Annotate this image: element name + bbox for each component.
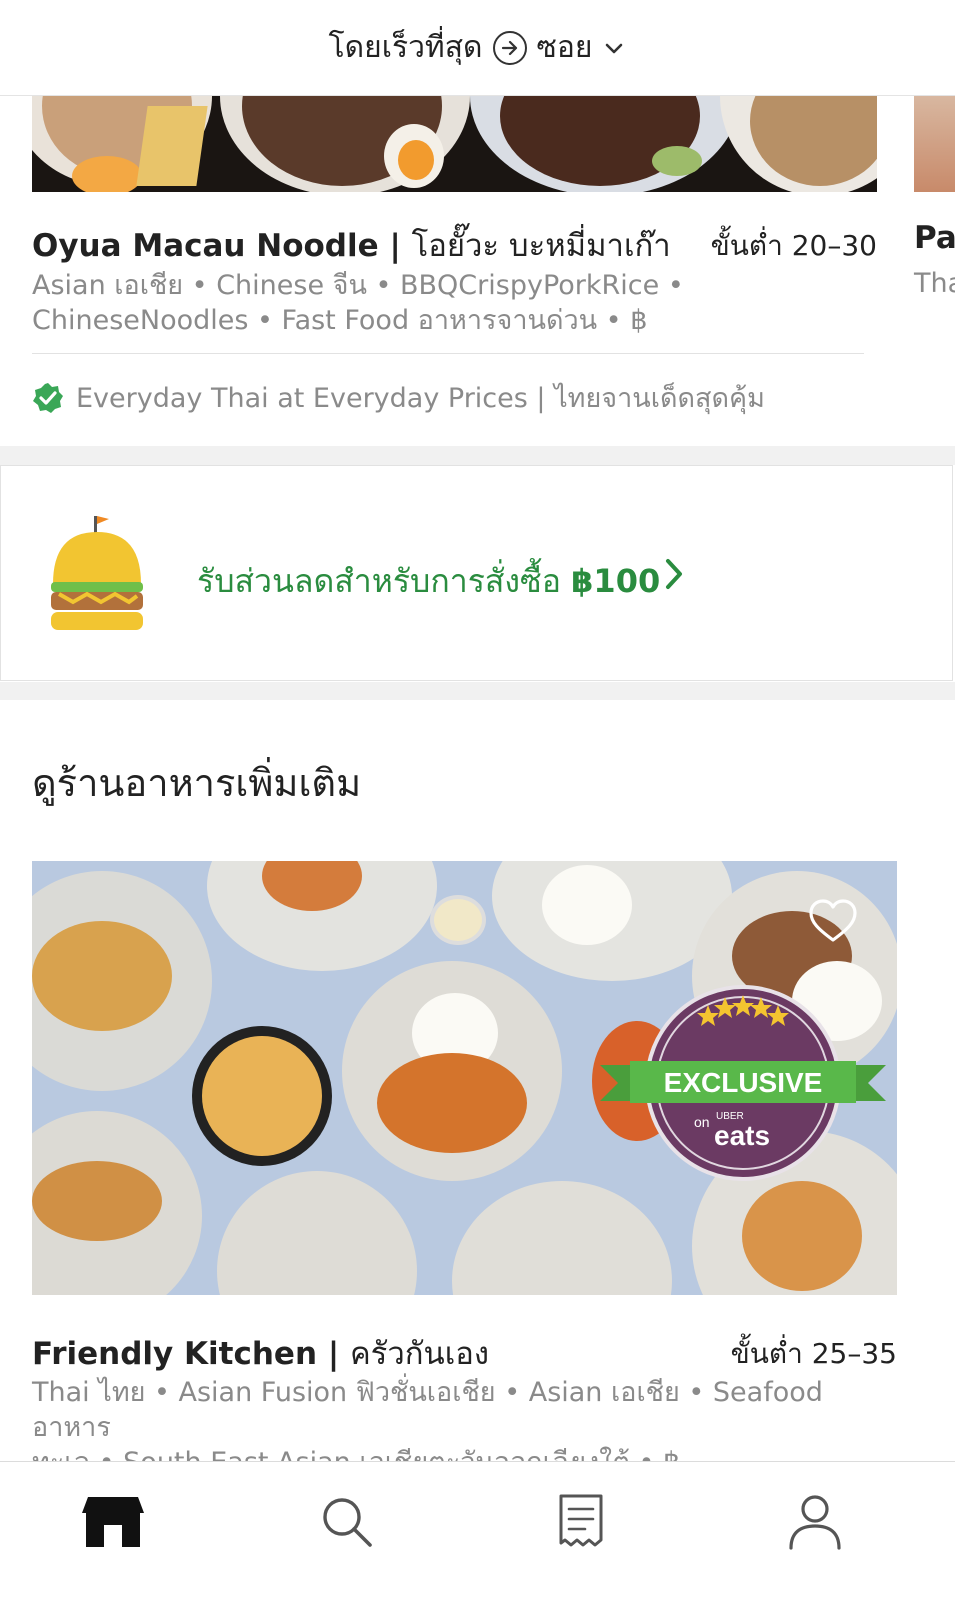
badge-sub: eats (714, 1120, 770, 1151)
featured-carousel[interactable]: Oyua Macau Noodle | โอยั๊วะ บะหมี่มาเก๊า… (0, 96, 955, 446)
featured-restaurant-name[interactable]: Oyua Macau Noodle | โอยั๊วะ บะหมี่มาเก๊า (32, 220, 671, 270)
burger-icon (51, 516, 143, 630)
restaurant-name[interactable]: Friendly Kitchen | ครัวกันเอง (32, 1328, 489, 1378)
promo-text: Everyday Thai at Everyday Prices | ไทยจา… (76, 383, 765, 414)
delivery-location-selector[interactable]: โดยเร็วที่สุด ซอย (329, 24, 627, 71)
orders-icon (559, 1494, 603, 1547)
chevron-right-icon (666, 559, 682, 589)
featured-restaurant-image[interactable] (32, 96, 877, 192)
verified-check-icon (33, 382, 63, 413)
home-icon (82, 1497, 144, 1547)
sort-label: โดยเร็วที่สุด (328, 30, 483, 65)
next-restaurant-name[interactable]: Pa (914, 220, 955, 256)
next-restaurant-image[interactable] (914, 96, 955, 192)
badge-title: EXCLUSIVE (664, 1067, 823, 1098)
restaurant-delivery-time: ขั้นต่ำ 25–35 (730, 1337, 897, 1370)
badge-on: on (694, 1114, 710, 1130)
account-icon (789, 1495, 841, 1550)
arrow-right-icon (492, 30, 527, 65)
discount-banner-text: รับส่วนลดสำหรับการสั่งซื้อ ฿100 (197, 562, 661, 600)
section-title: ดูร้านอาหารเพิ่มเติม (32, 761, 362, 805)
nav-account[interactable] (780, 1492, 850, 1552)
featured-promo: Everyday Thai at Everyday Prices | ไทยจา… (32, 376, 765, 419)
exclusive-badge: EXCLUSIVE on UBER eats (600, 985, 886, 1181)
section-separator (0, 682, 955, 700)
bottom-navigation (0, 1461, 955, 1605)
nav-orders[interactable] (546, 1492, 616, 1552)
nav-home[interactable] (78, 1492, 148, 1552)
section-separator (0, 446, 955, 465)
featured-cuisine-tags: Asian เอเชีย • Chinese จีน • BBQCrispyPo… (32, 270, 684, 336)
discount-banner[interactable]: รับส่วนลดสำหรับการสั่งซื้อ ฿100 (0, 465, 953, 681)
featured-delivery-time: ขั้นต่ำ 20–30 (710, 229, 877, 262)
location-label: ซอย (536, 30, 593, 65)
search-icon (323, 1498, 372, 1547)
nav-search[interactable] (312, 1492, 382, 1552)
chevron-down-icon (606, 43, 623, 53)
divider (32, 353, 864, 354)
top-bar: โดยเร็วที่สุด ซอย (0, 0, 955, 96)
heart-icon[interactable] (808, 898, 858, 944)
next-restaurant-tags: Tha (914, 268, 955, 299)
